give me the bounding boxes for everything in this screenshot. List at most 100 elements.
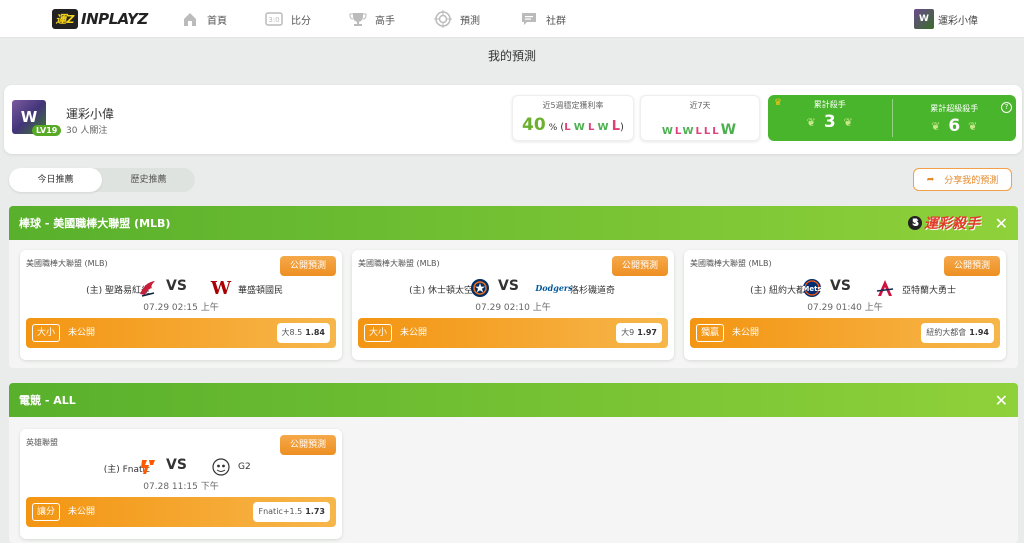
- bet-type-badge: 讓分: [32, 503, 61, 521]
- followers-count: 30 人關注: [66, 126, 108, 136]
- level-badge: LV19: [32, 125, 62, 136]
- user-name: 運彩小偉: [938, 15, 978, 27]
- logo-text: INPLAYZ: [81, 9, 148, 28]
- fnatic-logo-icon: [136, 456, 160, 478]
- page-title: 我的預測: [487, 49, 536, 63]
- g2-logo-icon: [209, 456, 233, 478]
- close-icon[interactable]: ✕: [995, 391, 1008, 410]
- away-team: 亞特蘭大勇士: [902, 286, 957, 296]
- svg-text:3:0: 3:0: [268, 16, 279, 24]
- astros-logo-icon: [468, 277, 492, 299]
- crown-icon: ♛: [774, 98, 783, 108]
- nav-item-predict[interactable]: 預測: [433, 8, 480, 30]
- prediction-status: 未公開: [68, 507, 96, 517]
- home-team: (主) 聖路易紅雀: [86, 286, 150, 296]
- laurel-icon: ❦: [968, 119, 978, 133]
- killer-stat: ♛ 累計殺手 ❦ 3 ❦: [768, 95, 892, 141]
- target-icon: [433, 9, 453, 29]
- bet-type-badge: 獨贏: [696, 324, 725, 342]
- super-killer-caption: 累計超級殺手: [930, 104, 979, 113]
- prediction-status: 未公開: [400, 328, 428, 338]
- killer-caption: 累計殺手: [813, 100, 846, 109]
- league-name: 美國職棒大聯盟 (MLB): [26, 259, 108, 268]
- section-title: 棒球 - 美國職棒大聯盟 (MLB): [19, 217, 171, 230]
- mets-logo-icon: Mets: [800, 277, 824, 299]
- prediction-bar: 獨贏 未公開 紐約大都會 1.94: [690, 318, 1000, 348]
- versus-label: VS: [830, 278, 851, 294]
- killer-value: 3: [823, 112, 836, 132]
- match-time: 07.29 02:10 上午: [475, 303, 551, 313]
- logo-badge: 運Z: [52, 8, 78, 29]
- league-name: 美國職棒大聯盟 (MLB): [358, 259, 440, 268]
- laurel-icon: ❦: [931, 119, 941, 133]
- share-label: 分享我的預測: [944, 176, 999, 186]
- section-title: 電競 - ALL: [19, 394, 76, 407]
- app-logo[interactable]: 運Z INPLAYZ: [52, 8, 164, 30]
- versus-label: VS: [166, 278, 187, 294]
- nationals-logo-icon: W: [210, 277, 232, 299]
- share-arrow-icon: ➦: [926, 174, 935, 185]
- bet-type-badge: 大小: [364, 324, 393, 342]
- prediction-status: 未公開: [732, 328, 760, 338]
- league-name: 英雄聯盟: [26, 438, 58, 447]
- prediction-bar: 讓分 未公開 Fnatic+1.5 1.73: [26, 497, 336, 527]
- recommend-tabs: 今日推薦 歷史推薦: [9, 168, 195, 192]
- home-team: (主) 休士頓太空人: [409, 286, 482, 296]
- away-team: G2: [238, 462, 251, 472]
- scoreboard-icon: 3:0: [264, 9, 284, 29]
- public-predict-button[interactable]: 公開預測: [612, 256, 668, 276]
- prediction-bar: 大小 未公開 大8.5 1.84: [26, 318, 336, 348]
- tab-today[interactable]: 今日推薦: [9, 168, 102, 192]
- win-rate-box: 近5週穩定獲利率 40 % (L W L W L): [512, 95, 634, 141]
- svg-text:Mets: Mets: [802, 285, 821, 293]
- super-killer-value: 6: [948, 116, 961, 136]
- top-nav: 運Z INPLAYZ 首頁 3:0 比分 高手 預測 社群 W 運彩小偉: [0, 0, 1024, 38]
- match-time: 07.29 02:15 上午: [143, 303, 219, 313]
- win-rate-unit: %: [548, 123, 558, 133]
- laurel-icon: ❦: [843, 115, 853, 129]
- win-rate-caption: 近5週穩定獲利率: [542, 101, 604, 110]
- tab-history[interactable]: 歷史推薦: [102, 168, 195, 192]
- week-caption: 近7天: [689, 101, 711, 110]
- brand-logo: 5 運彩殺手: [908, 210, 980, 236]
- home-team: (主) Fnatic: [103, 465, 150, 475]
- nav-label-experts: 高手: [375, 15, 395, 27]
- public-predict-button[interactable]: 公開預測: [280, 435, 336, 455]
- user-menu[interactable]: W 運彩小偉: [914, 9, 978, 29]
- braves-logo-icon: [873, 277, 897, 299]
- odds-chip: 大9 1.97: [616, 323, 662, 343]
- profile-card: W LV19 運彩小偉 30 人關注 近5週穩定獲利率 40 % (L W L …: [4, 85, 1022, 154]
- section-mlb: 棒球 - 美國職棒大聯盟 (MLB) 5 運彩殺手 ✕ 美國職棒大聯盟 (MLB)…: [9, 206, 1018, 368]
- nav-item-experts[interactable]: 高手: [348, 8, 395, 30]
- public-predict-button[interactable]: 公開預測: [944, 256, 1000, 276]
- odds-chip: 紐約大都會 1.94: [921, 323, 994, 343]
- home-team: (主) 紐約大都會: [750, 286, 814, 296]
- home-icon: [180, 9, 200, 29]
- week-sequence: WLWLLLW: [661, 122, 739, 138]
- league-name: 美國職棒大聯盟 (MLB): [690, 259, 772, 268]
- versus-label: VS: [498, 278, 519, 294]
- section-header: 棒球 - 美國職棒大聯盟 (MLB) 5 運彩殺手 ✕: [9, 206, 1018, 240]
- match-time: 07.29 01:40 上午: [807, 303, 883, 313]
- match-card[interactable]: 英雄聯盟 公開預測 (主) Fnatic VS G2 07.28 11:15 下…: [20, 429, 342, 539]
- prediction-bar: 大小 未公開 大9 1.97: [358, 318, 668, 348]
- nav-label-predict: 預測: [460, 15, 480, 27]
- close-icon[interactable]: ✕: [995, 214, 1008, 233]
- match-card[interactable]: 美國職棒大聯盟 (MLB) 公開預測 (主) 休士頓太空人 VS Dodgers…: [352, 250, 674, 360]
- avatar: W: [914, 9, 934, 29]
- nav-item-score[interactable]: 3:0 比分: [264, 8, 311, 30]
- nav-label-community: 社群: [546, 15, 566, 27]
- nav-item-home[interactable]: 首頁: [180, 8, 227, 30]
- nav-label-score: 比分: [291, 15, 311, 27]
- away-team: 洛杉磯道奇: [570, 286, 616, 296]
- share-button[interactable]: ➦ 分享我的預測: [913, 168, 1012, 191]
- nav-item-community[interactable]: 社群: [519, 8, 566, 30]
- odds-chip: 大8.5 1.84: [276, 323, 330, 343]
- away-team: 華盛頓國民: [238, 286, 284, 296]
- public-predict-button[interactable]: 公開預測: [280, 256, 336, 276]
- help-icon[interactable]: ?: [1001, 102, 1012, 113]
- section-header: 電競 - ALL ✕: [9, 383, 1018, 417]
- match-card[interactable]: 美國職棒大聯盟 (MLB) 公開預測 (主) 紐約大都會 Mets VS 亞特蘭…: [684, 250, 1006, 360]
- profile-name: 運彩小偉: [66, 107, 115, 121]
- match-card[interactable]: 美國職棒大聯盟 (MLB) 公開預測 (主) 聖路易紅雀 VS W 華盛頓國民 …: [20, 250, 342, 360]
